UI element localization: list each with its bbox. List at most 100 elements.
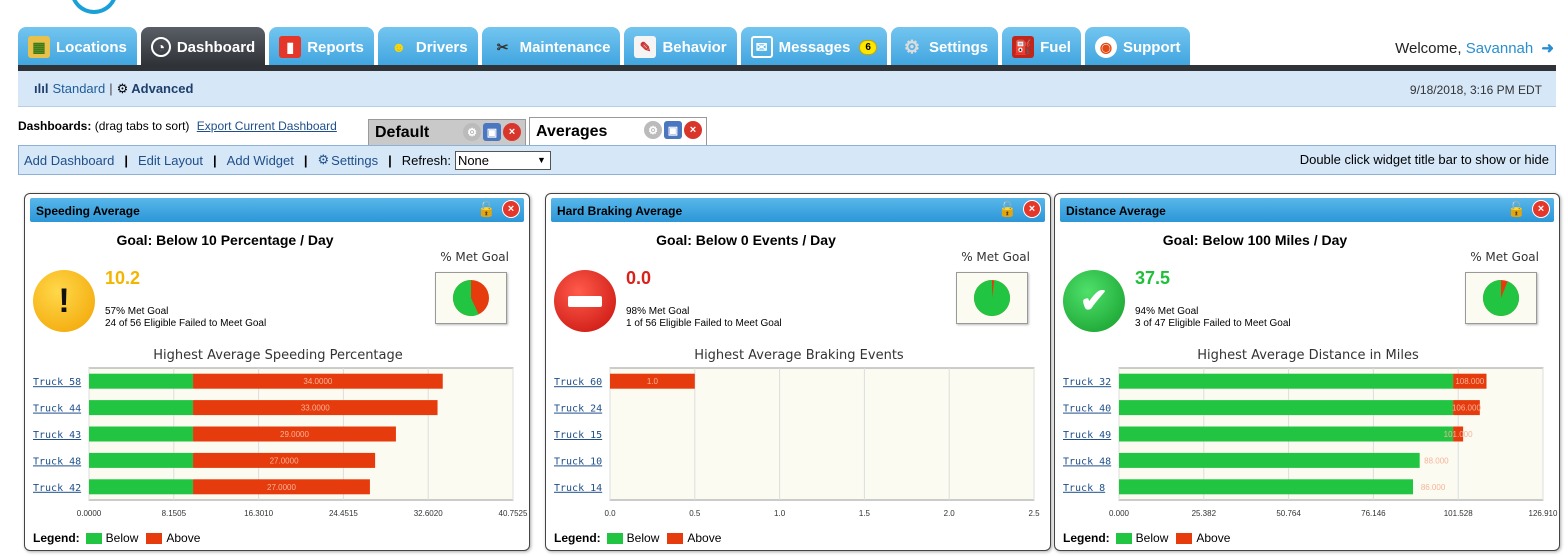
category-label[interactable]: Truck 42 [33, 483, 81, 494]
save-icon[interactable]: ▣ [664, 121, 682, 139]
bar-segment-below [89, 373, 194, 389]
dashboard-tab-averages[interactable]: Averages ⚙ ▣ × [529, 117, 707, 145]
tab-locations[interactable]: ▦ Locations [18, 27, 137, 67]
tab-dashboard[interactable]: ◔ Dashboard [140, 27, 266, 67]
save-icon[interactable]: ▣ [483, 123, 501, 141]
x-tick-label: 2.5 [1028, 509, 1040, 518]
bar-segment-below [89, 426, 194, 442]
category-label[interactable]: Truck 8 [1063, 483, 1105, 494]
tab-maintenance[interactable]: ✂ Maintenance [481, 27, 621, 67]
close-icon[interactable]: × [503, 123, 521, 141]
clipboard-icon: ✎ [634, 36, 657, 58]
category-label[interactable]: Truck 48 [33, 456, 81, 467]
goal-text: Goal: Below 100 Miles / Day [1162, 232, 1348, 248]
unlock-icon[interactable]: 🔓 [1507, 200, 1526, 218]
settings-link[interactable]: Settings [331, 153, 378, 168]
chart-title: Highest Average Speeding Percentage [153, 348, 403, 363]
x-tick-label: 101.528 [1444, 509, 1473, 518]
add-widget-link[interactable]: Add Widget [227, 153, 294, 168]
average-value: 10.2 [105, 268, 141, 288]
standard-mode-link[interactable]: Standard [52, 81, 105, 96]
tab-behavior[interactable]: ✎ Behavior [624, 27, 737, 67]
welcome-message: Welcome, Savannah ➜ [1395, 40, 1554, 57]
category-label[interactable]: Truck 44 [33, 404, 81, 415]
stop-icon [554, 270, 616, 332]
category-label[interactable]: Truck 24 [554, 404, 602, 415]
x-tick-label: 0.000 [1109, 509, 1130, 518]
pie-slice-met [974, 280, 1010, 316]
tools-icon: ✂ [496, 38, 509, 55]
advanced-icon: ⚙ [116, 80, 129, 96]
widget-title-bar[interactable]: Hard Braking Average 🔓 × [551, 198, 1045, 222]
widget-speeding-average: Speeding Average 🔓 × Goal: Below 10 Perc… [24, 193, 530, 551]
category-label[interactable]: Truck 10 [554, 456, 602, 467]
warning-icon: ! [33, 270, 95, 332]
category-label[interactable]: Truck 58 [33, 377, 81, 388]
bar-value-label: 108.000 [1455, 377, 1484, 386]
gear-icon[interactable]: ⚙ [463, 123, 481, 141]
tab-drivers[interactable]: ☻ Drivers [377, 27, 478, 67]
advanced-mode-link[interactable]: Advanced [131, 81, 193, 96]
widget-title-bar[interactable]: Speeding Average 🔓 × [30, 198, 524, 222]
legend-swatch-below [85, 532, 102, 544]
dashboard-toolbar: Add Dashboard | Edit Layout | Add Widget… [18, 145, 1556, 175]
dashboards-row: Dashboards: (drag tabs to sort) Export C… [18, 119, 337, 133]
category-label[interactable]: Truck 49 [1063, 430, 1111, 441]
gear-icon[interactable]: ⚙ [644, 121, 662, 139]
speedometer-icon: ◔ [150, 37, 171, 57]
dashboard-tab-default[interactable]: Default ⚙ ▣ × [368, 119, 526, 145]
x-tick-label: 24.4515 [329, 509, 358, 518]
username-link[interactable]: Savannah [1466, 40, 1534, 57]
bar-value-label: 88.000 [1424, 456, 1449, 465]
x-tick-label: 25.382 [1192, 509, 1217, 518]
bar-segment-below [89, 479, 194, 495]
bar-value-label: 106.000 [1452, 404, 1481, 413]
bar-segment-below [1119, 452, 1420, 468]
tab-messages[interactable]: ✉ Messages 6 [740, 27, 887, 67]
category-label[interactable]: Truck 32 [1063, 377, 1111, 388]
close-icon[interactable]: × [1023, 200, 1041, 218]
bar-value-label: 27.0000 [270, 456, 299, 465]
unlock-icon[interactable]: 🔓 [477, 200, 496, 218]
gear-icon: ⚙ [317, 152, 330, 167]
chart-legend: Legend: Below Above [33, 531, 201, 545]
add-dashboard-link[interactable]: Add Dashboard [24, 153, 114, 168]
bar-value-label: 34.0000 [303, 377, 332, 386]
category-label[interactable]: Truck 60 [554, 377, 602, 388]
x-tick-label: 126.910 [1529, 509, 1558, 518]
messages-count-badge: 6 [859, 39, 877, 55]
logout-icon[interactable]: ➜ [1541, 40, 1554, 57]
bar-segment-below [1119, 479, 1414, 495]
tab-settings[interactable]: ⚙ Settings [890, 27, 999, 67]
x-tick-label: 40.7525 [499, 509, 528, 518]
legend-swatch-below [1115, 532, 1132, 544]
bar-value-label: 27.0000 [267, 483, 296, 492]
widget-title-bar[interactable]: Distance Average 🔓 × [1060, 198, 1554, 222]
close-icon[interactable]: × [684, 121, 702, 139]
current-datetime: 9/18/2018, 3:16 PM EDT [1409, 83, 1542, 97]
export-dashboard-link[interactable]: Export Current Dashboard [197, 119, 337, 133]
close-icon[interactable]: × [1532, 200, 1550, 218]
met-goal-pie-chart [1483, 280, 1519, 316]
tab-support[interactable]: ◉ Support [1084, 27, 1191, 67]
refresh-select[interactable]: None ▼ [454, 150, 551, 170]
edit-layout-link[interactable]: Edit Layout [138, 153, 203, 168]
tab-reports[interactable]: ▮ Reports [269, 27, 374, 67]
x-tick-label: 50.764 [1276, 509, 1301, 518]
toolbar-hint: Double click widget title bar to show or… [1299, 152, 1549, 167]
close-icon[interactable]: × [502, 200, 520, 218]
widget-distance-average: Distance Average 🔓 × Goal: Below 100 Mil… [1054, 193, 1560, 551]
x-tick-label: 2.0 [944, 509, 956, 518]
chart-title: Highest Average Distance in Miles [1197, 348, 1419, 363]
category-label[interactable]: Truck 40 [1063, 404, 1111, 415]
category-label[interactable]: Truck 43 [33, 430, 81, 441]
category-label[interactable]: Truck 15 [554, 430, 602, 441]
category-label[interactable]: Truck 48 [1063, 456, 1111, 467]
category-label[interactable]: Truck 14 [554, 483, 602, 494]
fuel-pump-icon: ⛽ [1012, 36, 1035, 58]
tab-fuel[interactable]: ⛽ Fuel [1002, 27, 1081, 67]
bar-value-label: 101.000 [1444, 430, 1473, 439]
goal-text: Goal: Below 0 Events / Day [656, 232, 836, 248]
unlock-icon[interactable]: 🔓 [998, 200, 1017, 218]
legend-swatch-below [606, 532, 623, 544]
